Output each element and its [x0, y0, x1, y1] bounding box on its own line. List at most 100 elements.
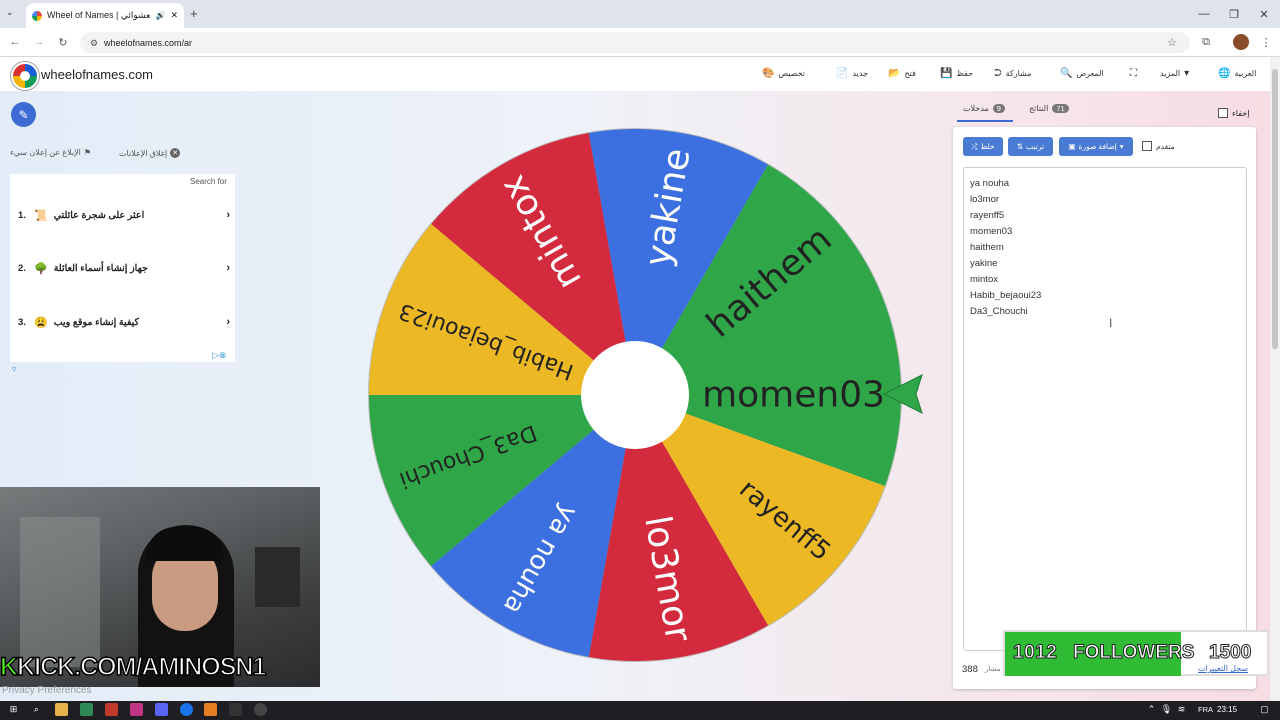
menu-more-label: المزيد	[1160, 69, 1181, 78]
tab-close-icon[interactable]: ✕	[170, 10, 178, 21]
advanced-checkbox[interactable]	[1142, 141, 1152, 151]
forward-arrow-icon[interactable]: →	[31, 34, 47, 50]
sort-icon: ⇅	[1016, 142, 1024, 151]
tab-entries[interactable]: مدخلات 9	[963, 104, 1005, 113]
microphone-icon[interactable]: 🎙	[1160, 703, 1173, 716]
app-dark-icon[interactable]	[229, 703, 242, 716]
entries-textarea[interactable]: ya nouha lo3mor rayenff5 momen03 haithem…	[963, 167, 1247, 651]
close-ads-label: إغلاق الإعلانات	[119, 148, 168, 158]
close-icon[interactable]: ✕	[1248, 0, 1280, 28]
taskbar-search-icon[interactable]: ⌕	[30, 703, 43, 716]
advanced-toggle[interactable]: متقدم	[1142, 141, 1175, 151]
followers-goal: 1500	[1208, 642, 1252, 664]
taskbar-clock[interactable]: 23:15	[1217, 705, 1237, 714]
ad-item[interactable]: 3. 😩 كيفية إنشاء موقع ويب ›	[18, 312, 230, 332]
site-info-icon[interactable]: ⚙	[86, 35, 102, 51]
entry-line: mintox	[970, 274, 998, 285]
hide-toggle[interactable]: إخفاء	[1218, 108, 1249, 118]
menu-fullscreen[interactable]: ⛶	[1130, 68, 1137, 79]
spin-count: 388	[962, 664, 978, 675]
add-image-button[interactable]: ▣ إضافة صورة ▾	[1059, 137, 1133, 156]
wheel-pointer-icon	[882, 374, 923, 414]
scroll-emoji-icon: 📜	[34, 209, 48, 222]
app-red-icon[interactable]	[105, 703, 118, 716]
site-logo-icon[interactable]	[11, 62, 39, 90]
shuffle-button[interactable]: ⤮ خلط	[963, 137, 1003, 156]
ad-item-text: كيفية إنشاء موقع ويب	[53, 316, 140, 328]
menu-new-label: جديد	[852, 69, 869, 78]
discord-icon[interactable]	[155, 703, 168, 716]
windows-start-icon[interactable]: ⊞	[7, 703, 20, 716]
privacy-preferences-link[interactable]: Privacy Preferences	[2, 685, 91, 696]
image-icon: ▣	[1068, 142, 1076, 151]
search-icon: 🔍	[1060, 68, 1073, 79]
keyboard-language[interactable]: FRA	[1198, 705, 1213, 714]
menu-customize[interactable]: 🎨 تخصيص	[762, 68, 805, 79]
extensions-icon[interactable]: ⧉	[1198, 34, 1214, 50]
chrome-icon[interactable]	[180, 703, 193, 716]
page-scrollbar[interactable]	[1270, 57, 1280, 701]
speaker-icon[interactable]: 🔊	[155, 11, 165, 20]
tab-results[interactable]: النتائج 71	[1029, 104, 1069, 113]
file-explorer-icon[interactable]	[55, 703, 68, 716]
entry-line: momen03	[970, 226, 1013, 237]
site-brand[interactable]: wheelofnames.com	[41, 67, 153, 82]
hide-label: إخفاء	[1232, 108, 1250, 118]
profile-avatar[interactable]	[1233, 34, 1249, 50]
entry-line: haithem	[970, 242, 1004, 253]
report-ad-label: الإبلاغ عن إعلان سيء	[10, 148, 81, 157]
back-arrow-icon[interactable]: ←	[7, 34, 23, 50]
menu-new[interactable]: 📄 جديد	[836, 68, 868, 79]
webcam-person-hair	[146, 527, 224, 561]
wheel[interactable]: momen03rayenff5lo3morya nouhaDa3_Chouchi…	[366, 126, 904, 664]
menu-gallery-label: المعرض	[1076, 69, 1104, 78]
chevron-down-icon: ▾	[1184, 68, 1190, 79]
tree-emoji-icon: 🌳	[34, 262, 48, 275]
tray-chevron-icon[interactable]: ⌃	[1145, 703, 1158, 716]
entry-line: ya nouha	[970, 178, 1010, 189]
kick-logo: K	[0, 652, 19, 682]
chevron-right-icon: ›	[226, 316, 230, 328]
sort-label: ترتيب	[1026, 142, 1045, 151]
followers-current: 1012	[1012, 642, 1058, 664]
menu-save[interactable]: 💾 حفظ	[940, 68, 973, 79]
obs-icon[interactable]	[254, 703, 267, 716]
minimize-icon[interactable]: —	[1188, 0, 1220, 28]
sort-button[interactable]: ⇅ ترتيب	[1008, 137, 1053, 156]
tab-entries-label: مدخلات	[963, 104, 989, 113]
ad-item[interactable]: 2. 🌳 جهاز إنشاء أسماء العائلة ›	[18, 258, 230, 278]
tab-list-chevron-icon[interactable]: ⌄	[6, 7, 14, 18]
wifi-icon[interactable]: ≋	[1175, 703, 1188, 716]
url-bar[interactable]: wheelofnames.com/ar	[80, 32, 1190, 53]
menu-language[interactable]: 🌐 العربية	[1218, 68, 1256, 79]
app-orange-icon[interactable]	[204, 703, 217, 716]
ad-item-text: جهاز إنشاء أسماء العائلة	[53, 262, 148, 274]
adchoices-icon[interactable]: ▷⊗	[212, 350, 226, 361]
url-text: wheelofnames.com/ar	[104, 37, 193, 48]
menu-open[interactable]: 📂 فتح	[888, 68, 916, 79]
bookmark-star-icon[interactable]: ☆	[1164, 34, 1180, 50]
ad-provider-icon[interactable]: ▿	[12, 364, 17, 375]
report-ad-link[interactable]: الإبلاغ عن إعلان سيء ⚑	[10, 148, 91, 157]
menu-share-label: مشاركة	[1005, 69, 1032, 78]
reload-icon[interactable]: ↻	[55, 34, 71, 50]
browser-menu-icon[interactable]: ⋮	[1258, 34, 1274, 50]
notifications-icon[interactable]: ▢	[1258, 703, 1271, 716]
menu-more[interactable]: المزيد ▾	[1160, 68, 1189, 79]
menu-share[interactable]: ⮊ مشاركة	[994, 68, 1031, 79]
browser-tab[interactable]: Wheel of Names | العشوائي 🔊 ✕	[26, 3, 184, 28]
edit-pencil-button[interactable]: ✎	[11, 102, 36, 127]
menu-gallery[interactable]: 🔍 المعرض	[1060, 68, 1104, 79]
excel-icon[interactable]	[80, 703, 93, 716]
entry-line: Habib_bejaoui23	[970, 290, 1042, 301]
flag-icon: ⚑	[83, 148, 92, 157]
restore-icon[interactable]: ❐	[1218, 0, 1250, 28]
changelog-link[interactable]: سجل التغييرات	[1198, 664, 1248, 673]
hide-checkbox[interactable]	[1218, 108, 1228, 118]
tab-title: Wheel of Names | العشوائي	[47, 10, 151, 20]
new-tab-plus-icon[interactable]: +	[190, 6, 198, 21]
close-ads-link[interactable]: إغلاق الإعلانات ✕	[119, 148, 181, 158]
instagram-icon[interactable]	[130, 703, 143, 716]
ad-item[interactable]: 1. 📜 اعثر على شجرة عائلتي ›	[18, 205, 230, 225]
wheel-center-hub[interactable]	[581, 341, 689, 449]
